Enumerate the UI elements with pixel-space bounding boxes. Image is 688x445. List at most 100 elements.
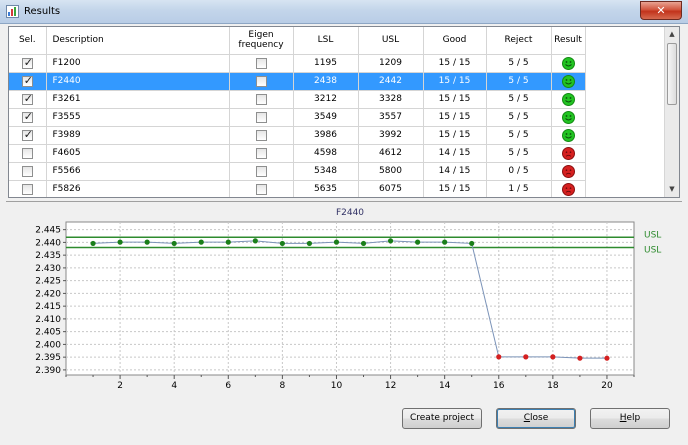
cell-lsl: 5635 bbox=[293, 180, 359, 197]
cell-description: F3261 bbox=[46, 90, 230, 109]
cell-lsl: 3549 bbox=[293, 108, 359, 127]
row-select-checkbox[interactable] bbox=[21, 165, 33, 177]
help-button[interactable]: Help bbox=[590, 408, 670, 429]
cell-lsl: 5348 bbox=[293, 162, 359, 181]
table-row[interactable]: F5826 5635 6075 15 / 15 1 / 5 bbox=[9, 180, 586, 197]
cell-lsl: 1195 bbox=[293, 54, 359, 73]
col-header-eigen[interactable]: Eigen frequency bbox=[229, 27, 294, 55]
data-point[interactable] bbox=[90, 240, 96, 247]
row-select-checkbox[interactable] bbox=[21, 56, 33, 69]
table-row[interactable]: F3555 3549355715 / 155 / 5 bbox=[9, 108, 586, 127]
row-select-checkbox-cell bbox=[9, 90, 47, 109]
cell-result bbox=[551, 126, 586, 145]
y-tick-label: 2.390 bbox=[35, 366, 61, 376]
eigen-checkbox-cell bbox=[229, 180, 294, 197]
cell-good: 15 / 15 bbox=[423, 180, 487, 197]
y-tick-label: 2.410 bbox=[35, 315, 61, 325]
fail-status-icon bbox=[561, 164, 575, 178]
data-point[interactable] bbox=[442, 239, 448, 245]
data-point[interactable] bbox=[117, 239, 123, 245]
close-button[interactable]: Close bbox=[496, 408, 576, 429]
x-tick-label: 6 bbox=[225, 381, 231, 391]
row-select-checkbox[interactable] bbox=[21, 147, 33, 159]
table-row[interactable]: F5566 5348 5800 14 / 15 0 / 5 bbox=[9, 162, 586, 181]
col-header-reject[interactable]: Reject bbox=[486, 27, 552, 55]
x-tick-label: 4 bbox=[171, 381, 177, 391]
table-row[interactable]: F1200 1195120915 / 155 / 5 bbox=[9, 54, 586, 73]
scroll-up-icon[interactable]: ▲ bbox=[665, 27, 679, 42]
eigen-checkbox-cell bbox=[229, 72, 294, 91]
data-point[interactable] bbox=[550, 354, 556, 360]
col-header-result[interactable]: Result bbox=[551, 27, 586, 55]
data-point[interactable] bbox=[333, 239, 340, 245]
row-select-checkbox-cell bbox=[9, 72, 47, 91]
col-header-good[interactable]: Good bbox=[423, 27, 487, 55]
scroll-thumb[interactable] bbox=[667, 43, 677, 105]
window-close-button[interactable]: ✕ bbox=[640, 1, 682, 20]
cell-description: F3555 bbox=[46, 108, 230, 127]
data-point[interactable] bbox=[387, 238, 394, 244]
eigen-frequency-checkbox[interactable] bbox=[255, 57, 267, 69]
y-tick-label: 2.425 bbox=[35, 277, 61, 287]
cell-reject: 5 / 5 bbox=[486, 72, 552, 91]
eigen-frequency-checkbox[interactable] bbox=[255, 75, 267, 87]
x-tick-label: 18 bbox=[547, 381, 559, 391]
row-select-checkbox[interactable] bbox=[21, 110, 33, 123]
eigen-checkbox-cell bbox=[229, 108, 294, 127]
data-point[interactable] bbox=[360, 240, 367, 247]
eigen-checkbox-cell bbox=[229, 162, 294, 181]
eigen-checkbox-cell bbox=[229, 144, 294, 163]
limit-label: USL bbox=[644, 230, 661, 240]
data-point[interactable] bbox=[252, 238, 258, 244]
cell-lsl: 3986 bbox=[293, 126, 359, 145]
eigen-frequency-checkbox[interactable] bbox=[255, 147, 267, 159]
table-row[interactable]: F2440 2438244215 / 155 / 5 bbox=[9, 72, 586, 91]
row-select-checkbox-cell bbox=[9, 180, 47, 197]
data-point[interactable] bbox=[306, 240, 313, 247]
row-select-checkbox[interactable] bbox=[21, 128, 33, 141]
eigen-frequency-checkbox[interactable] bbox=[255, 111, 267, 123]
data-point[interactable] bbox=[279, 240, 285, 247]
cell-reject: 5 / 5 bbox=[486, 108, 552, 127]
cell-good: 14 / 15 bbox=[423, 144, 487, 163]
cell-reject: 5 / 5 bbox=[486, 144, 552, 163]
row-select-checkbox[interactable] bbox=[21, 92, 33, 105]
eigen-frequency-checkbox[interactable] bbox=[255, 183, 267, 195]
eigen-frequency-checkbox[interactable] bbox=[255, 93, 267, 105]
data-point[interactable] bbox=[469, 240, 475, 247]
data-point[interactable] bbox=[496, 354, 502, 360]
table-row[interactable]: F3261 3212332815 / 155 / 5 bbox=[9, 90, 586, 109]
row-select-checkbox[interactable] bbox=[21, 74, 33, 87]
grid-vertical-scrollbar[interactable]: ▲ ▼ bbox=[664, 27, 679, 197]
data-point[interactable] bbox=[415, 239, 421, 245]
x-tick-label: 12 bbox=[385, 381, 396, 391]
x-tick-label: 8 bbox=[280, 381, 286, 391]
cell-reject: 5 / 5 bbox=[486, 126, 552, 145]
data-point[interactable] bbox=[523, 354, 529, 360]
cell-good: 14 / 15 bbox=[423, 162, 487, 181]
cell-good: 15 / 15 bbox=[423, 90, 487, 109]
table-row[interactable]: F3989 3986399215 / 155 / 5 bbox=[9, 126, 586, 145]
y-tick-label: 2.430 bbox=[35, 264, 61, 274]
col-header-usl[interactable]: USL bbox=[358, 27, 424, 55]
scroll-down-icon[interactable]: ▼ bbox=[665, 182, 679, 197]
cell-result bbox=[551, 180, 586, 197]
col-header-sel[interactable]: Sel. bbox=[9, 27, 47, 55]
data-point[interactable] bbox=[144, 239, 150, 245]
col-header-description[interactable]: Description bbox=[46, 27, 230, 55]
data-point[interactable] bbox=[604, 355, 610, 361]
eigen-frequency-checkbox[interactable] bbox=[255, 129, 267, 141]
table-row[interactable]: F4605 4598 4612 14 / 15 5 / 5 bbox=[9, 144, 586, 163]
cell-reject: 1 / 5 bbox=[486, 180, 552, 197]
data-point[interactable] bbox=[171, 240, 177, 247]
data-point[interactable] bbox=[198, 239, 204, 245]
row-select-checkbox-cell bbox=[9, 144, 47, 163]
eigen-frequency-checkbox[interactable] bbox=[255, 165, 267, 177]
row-select-checkbox[interactable] bbox=[21, 183, 33, 195]
cell-description: F2440 bbox=[46, 72, 230, 91]
fail-status-icon bbox=[561, 182, 575, 196]
create-project-button[interactable]: Create project bbox=[402, 408, 482, 429]
col-header-lsl[interactable]: LSL bbox=[293, 27, 359, 55]
data-point[interactable] bbox=[577, 355, 583, 361]
data-point[interactable] bbox=[225, 239, 231, 245]
